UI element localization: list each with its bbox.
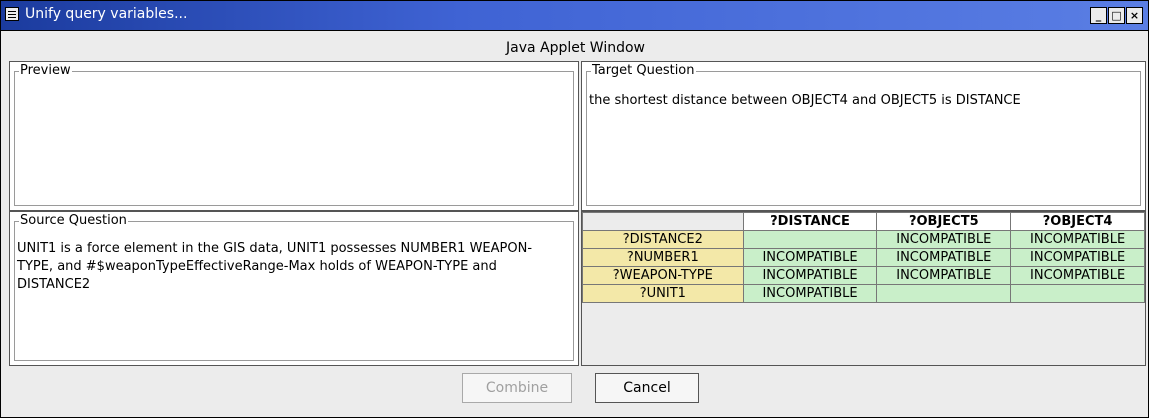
table-header-row: ?DISTANCE ?OBJECT5 ?OBJECT4 xyxy=(582,212,1145,231)
table-cell[interactable]: INCOMPATIBLE xyxy=(1010,230,1145,249)
target-question-panel: Target Question the shortest distance be… xyxy=(581,61,1146,211)
table-corner-cell xyxy=(582,212,744,231)
window-title: Unify query variables... xyxy=(25,6,188,22)
table-cell[interactable] xyxy=(742,230,878,249)
table-cell[interactable]: INCOMPATIBLE xyxy=(1010,266,1145,285)
table-row: ?UNIT1 INCOMPATIBLE xyxy=(582,284,1145,303)
maximize-icon[interactable]: □ xyxy=(1108,7,1125,24)
table-row: ?WEAPON-TYPE INCOMPATIBLE INCOMPATIBLE I… xyxy=(582,266,1145,285)
column-header[interactable]: ?OBJECT5 xyxy=(876,212,1012,231)
row-header[interactable]: ?DISTANCE2 xyxy=(582,230,744,249)
table-row: ?DISTANCE2 INCOMPATIBLE INCOMPATIBLE xyxy=(582,230,1145,249)
unification-table: ?DISTANCE ?OBJECT5 ?OBJECT4 ?DISTANCE2 I… xyxy=(582,212,1145,303)
close-icon[interactable]: × xyxy=(1126,7,1143,24)
preview-group: Preview xyxy=(14,63,574,206)
dialog-window: Unify query variables... _ □ × Java Appl… xyxy=(0,0,1149,418)
table-cell[interactable] xyxy=(876,284,1012,303)
table-cell[interactable]: INCOMPATIBLE xyxy=(742,266,878,285)
cancel-button[interactable]: Cancel xyxy=(595,373,699,403)
preview-label: Preview xyxy=(19,63,72,79)
system-menu-icon[interactable] xyxy=(5,7,19,21)
source-question-group: Source Question UNIT1 is a force element… xyxy=(14,213,574,361)
row-header[interactable]: ?WEAPON-TYPE xyxy=(582,266,744,285)
table-cell[interactable]: INCOMPATIBLE xyxy=(742,248,878,267)
unification-grid-panel: ?DISTANCE ?OBJECT5 ?OBJECT4 ?DISTANCE2 I… xyxy=(581,211,1146,366)
source-question-panel: Source Question UNIT1 is a force element… xyxy=(9,211,579,366)
target-question-label: Target Question xyxy=(591,63,696,79)
target-question-group: Target Question the shortest distance be… xyxy=(586,63,1141,206)
table-cell[interactable]: INCOMPATIBLE xyxy=(876,266,1012,285)
row-header[interactable]: ?NUMBER1 xyxy=(582,248,744,267)
column-header[interactable]: ?DISTANCE xyxy=(742,212,878,231)
applet-banner: Java Applet Window xyxy=(505,40,645,56)
source-question-text: UNIT1 is a force element in the GIS data… xyxy=(17,241,533,292)
table-cell[interactable]: INCOMPATIBLE xyxy=(876,248,1012,267)
table-cell[interactable]: INCOMPATIBLE xyxy=(1010,248,1145,267)
column-header[interactable]: ?OBJECT4 xyxy=(1010,212,1145,231)
target-question-text: the shortest distance between OBJECT4 an… xyxy=(589,93,1021,108)
preview-panel: Preview xyxy=(9,61,579,211)
combine-button[interactable]: Combine xyxy=(462,373,572,403)
table-cell[interactable] xyxy=(1010,284,1145,303)
title-bar[interactable]: Unify query variables... _ □ × xyxy=(1,1,1148,31)
row-header[interactable]: ?UNIT1 xyxy=(582,284,744,303)
table-row: ?NUMBER1 INCOMPATIBLE INCOMPATIBLE INCOM… xyxy=(582,248,1145,267)
minimize-icon[interactable]: _ xyxy=(1090,7,1107,24)
table-cell[interactable]: INCOMPATIBLE xyxy=(742,284,878,303)
table-cell[interactable]: INCOMPATIBLE xyxy=(876,230,1012,249)
source-question-label: Source Question xyxy=(19,213,128,229)
